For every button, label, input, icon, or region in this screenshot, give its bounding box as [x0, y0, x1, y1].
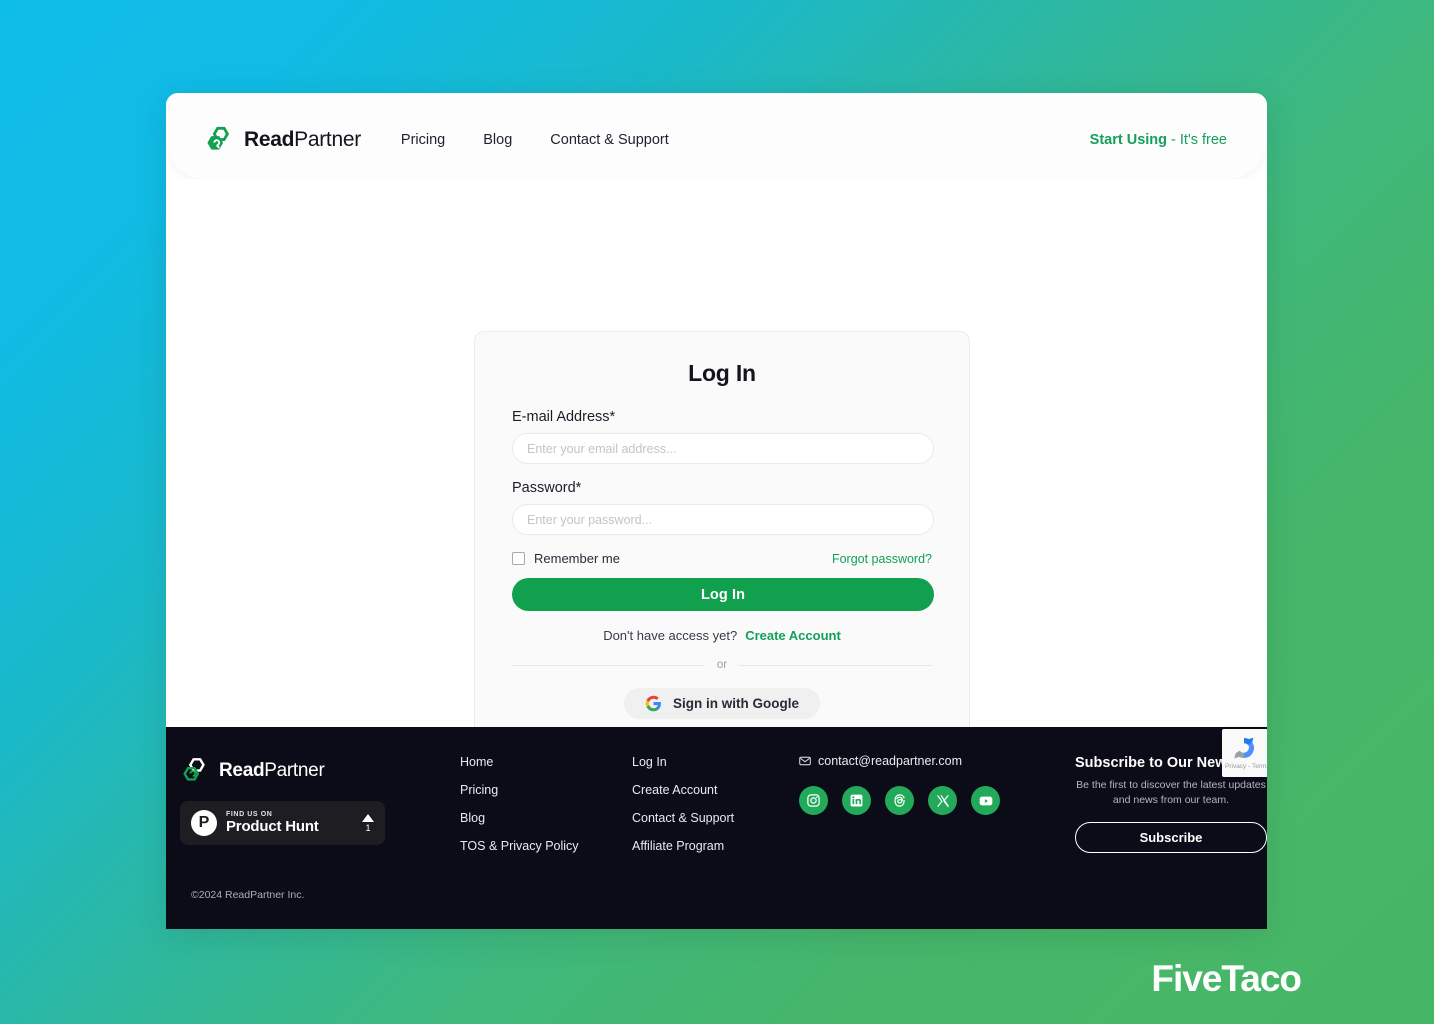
forgot-password-link[interactable]: Forgot password?: [832, 552, 932, 566]
site-footer: ReadPartner P FIND US ON Product Hunt 1: [166, 727, 1267, 929]
copyright-text: ©2024 ReadPartner Inc.: [191, 889, 305, 901]
google-g-icon: [645, 695, 661, 712]
recaptcha-privacy-terms[interactable]: Privacy - Terms: [1225, 763, 1267, 770]
product-hunt-badge[interactable]: P FIND US ON Product Hunt 1: [180, 801, 385, 845]
email-field-label: E-mail Address*: [512, 409, 616, 425]
footer-brand-name: ReadPartner: [219, 760, 325, 782]
checkbox-box-icon: [512, 552, 525, 565]
x-twitter-icon[interactable]: [928, 786, 957, 815]
footer-brand-column: ReadPartner P FIND US ON Product Hunt 1: [180, 756, 385, 845]
brand-name-bold: Read: [244, 128, 295, 151]
contact-email-link[interactable]: contact@readpartner.com: [799, 754, 1000, 768]
password-field-label: Password*: [512, 480, 582, 496]
product-hunt-texts: FIND US ON Product Hunt: [226, 811, 319, 834]
page-container: ReadPartner Pricing Blog Contact & Suppo…: [166, 93, 1267, 929]
login-card: Log In E-mail Address* Password* Remembe…: [474, 331, 970, 746]
main-navigation: Pricing Blog Contact & Support: [401, 132, 669, 148]
site-header: ReadPartner Pricing Blog Contact & Suppo…: [166, 101, 1267, 179]
remember-me-label: Remember me: [534, 551, 620, 566]
login-button[interactable]: Log In: [512, 578, 934, 611]
subscribe-subtitle: Be the first to discover the latest upda…: [1076, 779, 1266, 807]
youtube-icon[interactable]: [971, 786, 1000, 815]
contact-email-text: contact@readpartner.com: [818, 754, 963, 768]
upvote-triangle-icon: [362, 813, 374, 822]
readpartner-hexagon-logo-icon: [207, 126, 230, 150]
login-options-row: Remember me Forgot password?: [512, 551, 932, 566]
google-signin-button[interactable]: Sign in with Google: [624, 688, 820, 719]
or-divider: or: [512, 659, 933, 671]
footer-link-home[interactable]: Home: [460, 755, 579, 769]
divider-line-right: [739, 664, 933, 666]
footer-links-column-2: Log In Create Account Contact & Support …: [632, 755, 734, 867]
product-hunt-upvote[interactable]: 1: [362, 813, 374, 833]
brand-name: ReadPartner: [244, 128, 361, 152]
readpartner-hexagon-logo-icon: [183, 758, 205, 781]
footer-link-blog[interactable]: Blog: [460, 811, 579, 825]
nav-item-pricing[interactable]: Pricing: [401, 132, 445, 148]
product-hunt-upvote-count: 1: [365, 822, 371, 833]
footer-brand-logo[interactable]: ReadPartner: [180, 756, 385, 786]
password-field[interactable]: [512, 504, 934, 535]
footer-link-login[interactable]: Log In: [632, 755, 734, 769]
start-using-cta-bold: Start Using: [1089, 132, 1168, 148]
page-title: Log In: [688, 360, 756, 386]
social-links: [799, 786, 1000, 815]
fivetaco-watermark: FiveTaco: [1151, 958, 1302, 999]
footer-link-affiliate-program[interactable]: Affiliate Program: [632, 839, 734, 853]
main-content: Log In E-mail Address* Password* Remembe…: [166, 179, 1267, 746]
divider-line-left: [512, 664, 705, 666]
footer-grid: ReadPartner P FIND US ON Product Hunt 1: [166, 727, 1267, 875]
product-hunt-name: Product Hunt: [226, 817, 319, 835]
product-hunt-logo-letter: P: [198, 814, 210, 831]
email-field[interactable]: [512, 433, 934, 464]
threads-icon[interactable]: [885, 786, 914, 815]
nav-item-contact-support[interactable]: Contact & Support: [550, 132, 669, 148]
brand-logo[interactable]: ReadPartner: [204, 125, 361, 155]
footer-brand-light: Partner: [264, 760, 325, 781]
recaptcha-badge[interactable]: Privacy - Terms: [1222, 729, 1267, 777]
google-signin-wrapper: Sign in with Google: [512, 688, 932, 719]
product-hunt-logo-icon: P: [191, 810, 217, 836]
divider-label: or: [716, 659, 728, 671]
footer-links-column-1: Home Pricing Blog TOS & Privacy Policy: [460, 755, 579, 867]
signup-prompt-row: Don't have access yet? Create Account: [512, 628, 932, 643]
footer-link-contact-support[interactable]: Contact & Support: [632, 811, 734, 825]
recaptcha-icon: [1234, 737, 1254, 759]
start-using-cta[interactable]: Start Using - It's free: [1090, 132, 1227, 148]
envelope-icon: [799, 756, 811, 766]
footer-contact-column: contact@readpartner.com: [799, 754, 1000, 815]
footer-link-pricing[interactable]: Pricing: [460, 783, 579, 797]
remember-me-checkbox[interactable]: Remember me: [512, 551, 620, 566]
linkedin-icon[interactable]: [842, 786, 871, 815]
footer-link-create-account[interactable]: Create Account: [632, 783, 734, 797]
nav-item-blog[interactable]: Blog: [483, 132, 512, 148]
instagram-icon[interactable]: [799, 786, 828, 815]
subscribe-button[interactable]: Subscribe: [1075, 822, 1267, 854]
google-signin-label: Sign in with Google: [673, 696, 799, 711]
footer-link-tos-privacy[interactable]: TOS & Privacy Policy: [460, 839, 579, 853]
create-account-link[interactable]: Create Account: [745, 628, 841, 643]
signup-prompt-text: Don't have access yet?: [603, 628, 738, 643]
footer-brand-bold: Read: [219, 760, 265, 781]
brand-name-light: Partner: [294, 128, 361, 151]
start-using-cta-light: - It's free: [1167, 132, 1227, 148]
